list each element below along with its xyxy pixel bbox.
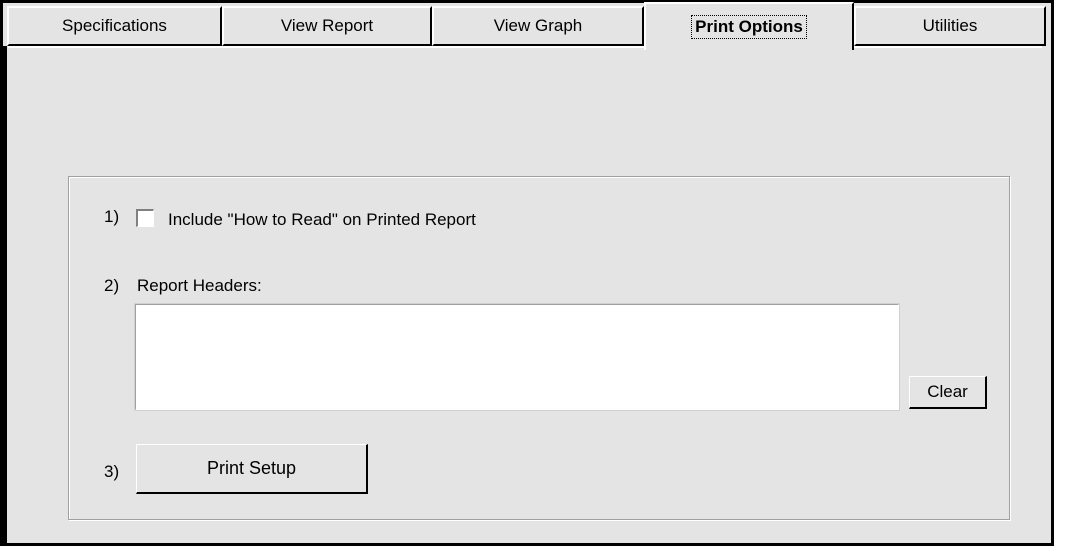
include-how-to-read-label[interactable]: Include "How to Read" on Printed Report <box>168 210 476 230</box>
tab-label: Utilities <box>922 16 978 35</box>
step-1-number: 1) <box>104 207 120 226</box>
tab-label: View Graph <box>493 16 583 35</box>
tab-view-report[interactable]: View Report <box>222 6 432 46</box>
tab-view-graph[interactable]: View Graph <box>432 6 644 46</box>
tab-specifications[interactable]: Specifications <box>7 6 222 46</box>
tab-label: Specifications <box>62 16 167 35</box>
tab-label: View Report <box>280 16 374 35</box>
step-2-number: 2) <box>104 276 120 295</box>
report-headers-label: Report Headers: <box>137 276 262 295</box>
step-3-number: 3) <box>104 462 120 481</box>
tab-utilities[interactable]: Utilities <box>854 6 1046 46</box>
tab-label: Print Options <box>691 15 807 39</box>
left-border-shadow <box>3 46 7 546</box>
clear-button-label: Clear <box>927 382 968 401</box>
print-setup-button[interactable]: Print Setup <box>136 444 368 494</box>
include-how-to-read-checkbox[interactable] <box>136 209 154 227</box>
clear-button[interactable]: Clear <box>909 376 987 409</box>
tab-print-options[interactable]: Print Options <box>644 2 854 50</box>
tab-strip-edge <box>8 46 1042 48</box>
print-setup-button-label: Print Setup <box>206 458 297 478</box>
report-headers-textarea[interactable] <box>134 303 900 411</box>
